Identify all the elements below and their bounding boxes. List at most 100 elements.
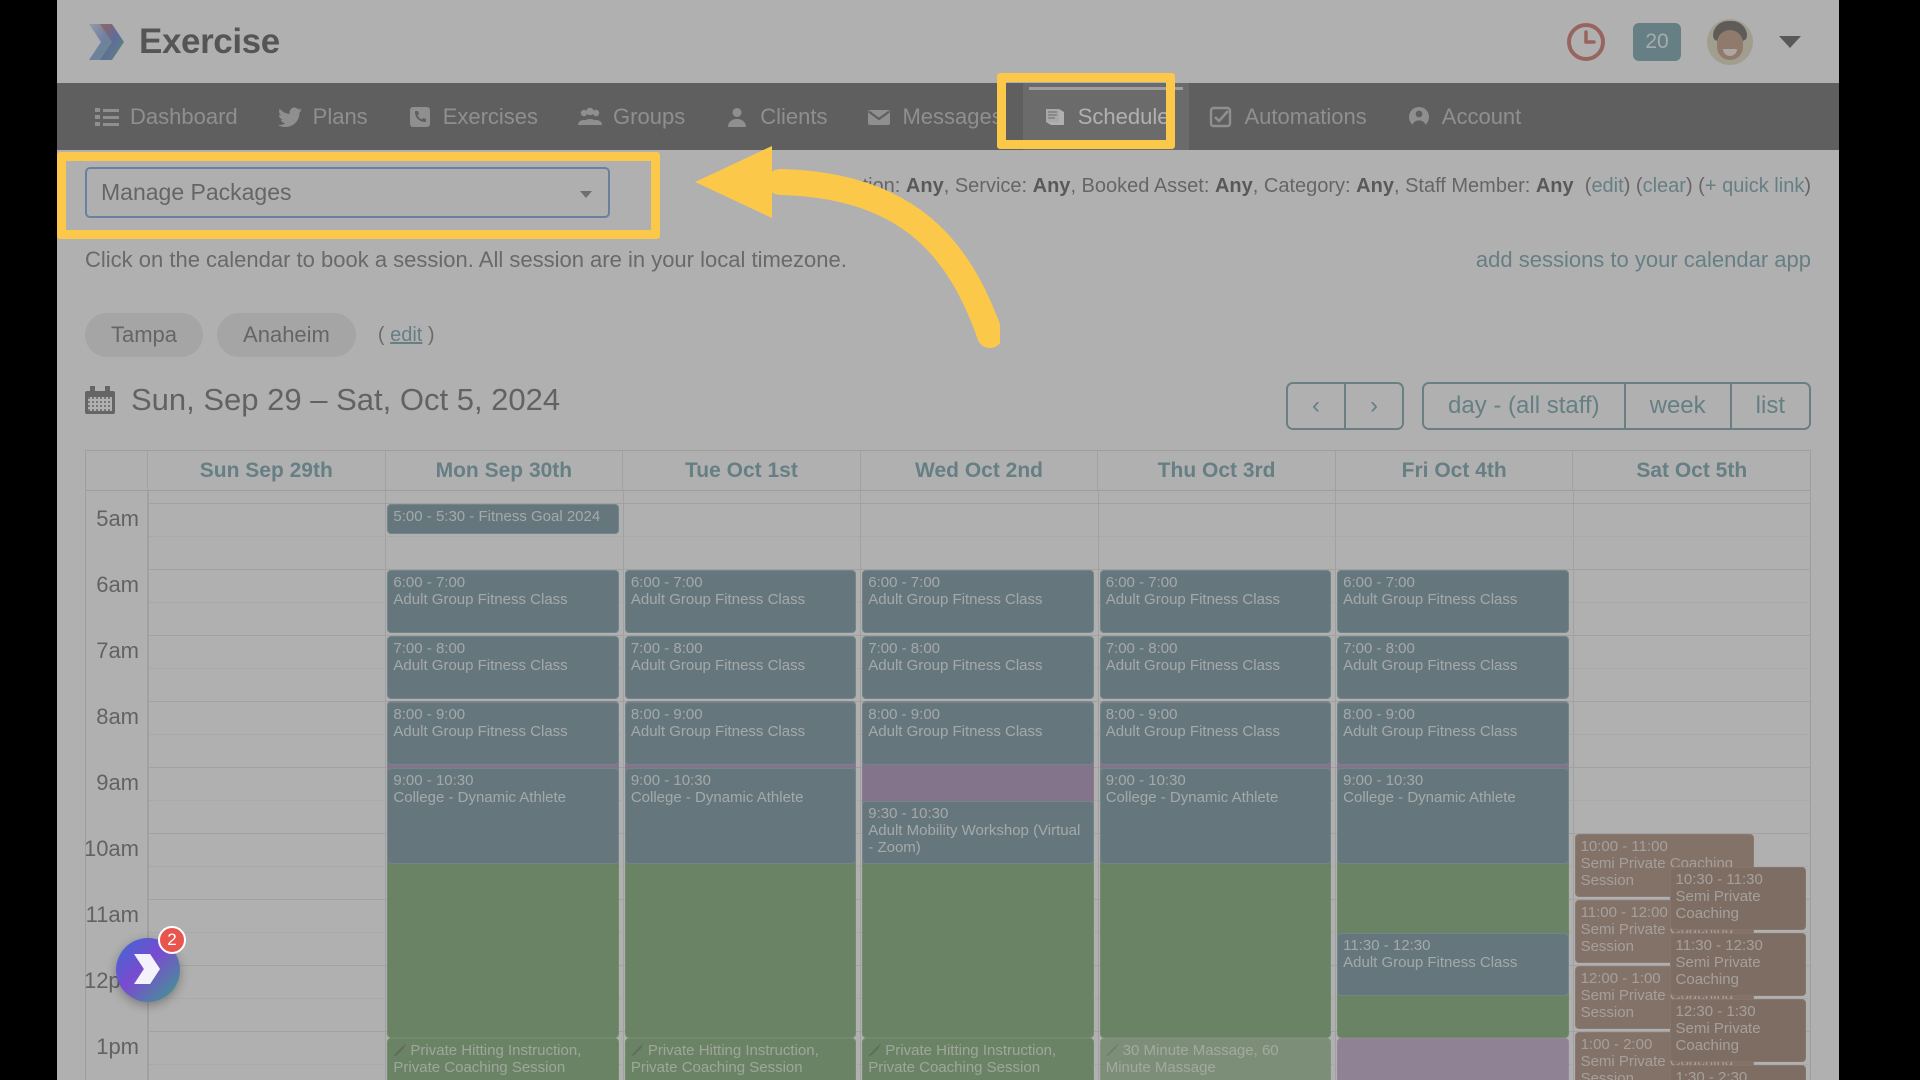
edit-pencil-icon[interactable] — [393, 1042, 407, 1056]
event-time: 9:00 - 10:30 — [393, 772, 474, 789]
calendar-event[interactable]: 7:00 - 8:00 Adult Group Fitness Class — [624, 636, 857, 699]
event-title: Adult Group Fitness Class — [868, 591, 1043, 608]
availability-block[interactable]: Private Hitting Instruction, Private Coa… — [862, 1037, 1094, 1080]
add-sessions-link[interactable]: add sessions to your calendar app — [1476, 247, 1811, 273]
calendar-event[interactable]: 5:00 - 5:30 - Fitness Goal 2024 — [387, 504, 619, 534]
view-day-button[interactable]: day - (all staff) — [1424, 384, 1626, 428]
calendar-event[interactable]: 6:00 - 7:00 Adult Group Fitness Class — [624, 570, 857, 633]
calendar-event[interactable]: 7:00 - 8:00 Adult Group Fitness Class — [862, 636, 1094, 699]
location-pill-anaheim[interactable]: Anaheim — [217, 313, 356, 357]
event-time: 10:30 - 11:30 — [1675, 871, 1763, 888]
view-week-button[interactable]: week — [1625, 384, 1732, 428]
day-header[interactable]: Sat Oct 5th — [1573, 451, 1810, 490]
calendar-event[interactable]: 11:30 - 12:30 Semi Private Coaching — [1669, 933, 1806, 996]
chat-widget[interactable]: 2 — [116, 926, 186, 1002]
calendar-event[interactable]: 10:30 - 11:30 Semi Private Coaching — [1669, 867, 1806, 930]
nav-item-dashboard[interactable]: Dashboard — [75, 83, 258, 150]
calendar-event[interactable]: 1:30 - 2:30Semi Private Coaching — [1669, 1065, 1806, 1080]
manage-packages-value: Manage Packages — [101, 179, 292, 205]
calendar-event[interactable]: 9:00 - 10:30 College - Dynamic Athlete — [624, 768, 857, 864]
calendar-event[interactable]: 7:00 - 8:00 Adult Group Fitness Class — [387, 636, 619, 699]
day-divider — [1097, 491, 1099, 1080]
nav-item-groups[interactable]: Groups — [558, 83, 705, 150]
nav-item-messages[interactable]: Messages — [847, 83, 1022, 150]
calendar-event[interactable]: 9:00 - 10:30 College - Dynamic Athlete — [1099, 768, 1332, 864]
nav-item-clients[interactable]: Clients — [705, 83, 847, 150]
calendar-event[interactable]: 7:00 - 8:00 Adult Group Fitness Class — [1099, 636, 1332, 699]
calendar-event[interactable]: 9:00 - 10:30 College - Dynamic Athlete — [387, 768, 619, 864]
calendar-event[interactable]: 8:00 - 9:00 Adult Group Fitness Class — [1337, 702, 1569, 765]
manage-packages-select[interactable]: Manage Packages — [85, 167, 610, 218]
day-header[interactable]: Mon Sep 30th — [386, 451, 624, 490]
edit-pencil-icon[interactable] — [630, 1042, 644, 1056]
calendar-event[interactable]: 9:00 - 10:30 College - Dynamic Athlete — [1337, 768, 1569, 864]
phone-icon — [408, 106, 432, 128]
day-header[interactable]: Wed Oct 2nd — [861, 451, 1099, 490]
calendar-controls: ‹ › day - (all staff) week list — [1286, 382, 1811, 430]
edit-pencil-icon[interactable] — [868, 1042, 882, 1056]
filters-clear-link[interactable]: clear — [1643, 175, 1686, 197]
calendar-event[interactable]: 6:00 - 7:00 Adult Group Fitness Class — [387, 570, 619, 633]
filter-asset-value: Any — [1214, 175, 1253, 197]
calendar-event[interactable]: 7:00 - 8:00 Adult Group Fitness Class — [1337, 636, 1569, 699]
availability-block[interactable]: Private Hitting Instruction, Private Coa… — [387, 1037, 619, 1080]
hour-label: 1pm — [96, 1034, 139, 1059]
calendar-event[interactable]: 8:00 - 9:00 Adult Group Fitness Class — [624, 702, 857, 765]
nav-item-automations[interactable]: Automations — [1189, 83, 1386, 150]
calendar-event[interactable]: 8:00 - 9:00 Adult Group Fitness Class — [387, 702, 619, 765]
date-nav-group: ‹ › — [1286, 382, 1405, 430]
calendar-event[interactable]: 9:30 - 10:30 Adult Mobility Workshop (Vir… — [862, 801, 1094, 864]
next-week-button[interactable]: › — [1346, 384, 1403, 428]
calendar-event[interactable]: 11:30 - 12:30 Adult Group Fitness Class — [1337, 933, 1569, 996]
event-time: 7:00 - 8:00 — [1105, 640, 1178, 657]
edit-pencil-icon[interactable] — [1105, 1042, 1119, 1056]
nav-item-exercises[interactable]: Exercises — [388, 83, 558, 150]
clock-icon[interactable] — [1565, 21, 1607, 63]
quick-link[interactable]: + quick link — [1705, 175, 1805, 197]
event-title: Semi Private Coaching — [1675, 1020, 1761, 1054]
event-title: Adult Group Fitness Class — [868, 723, 1043, 740]
filter-category-value: Any — [1356, 175, 1394, 197]
event-time: 12:30 - 1:30 — [1675, 1003, 1756, 1020]
view-list-button[interactable]: list — [1731, 384, 1809, 428]
calendar-event[interactable]: 6:00 - 7:00 Adult Group Fitness Class — [1099, 570, 1332, 633]
envelope-icon — [867, 106, 891, 128]
event-title: Adult Group Fitness Class — [868, 657, 1043, 674]
nav-label: Automations — [1244, 103, 1367, 129]
nav-item-schedule[interactable]: Schedule — [1022, 83, 1190, 150]
day-header[interactable]: Fri Oct 4th — [1336, 451, 1574, 490]
calendar-grid[interactable]: Sun Sep 29th Mon Sep 30th Tue Oct 1st We… — [85, 450, 1811, 1080]
calendar-event[interactable]: 6:00 - 7:00 Adult Group Fitness Class — [862, 570, 1094, 633]
day-header[interactable]: Sun Sep 29th — [148, 451, 386, 490]
availability-block[interactable]: Private Hitting Instruction, Private Coa… — [624, 1037, 857, 1080]
filter-location-value: Any — [905, 175, 944, 197]
availability-block[interactable]: 30 Minute Massage, 60 Minute Massage — [1099, 1037, 1332, 1080]
locations-edit-link[interactable]: edit — [390, 324, 422, 346]
day-header[interactable]: Thu Oct 3rd — [1098, 451, 1336, 490]
nav-item-plans[interactable]: Plans — [258, 83, 388, 150]
event-title: Adult Group Fitness Class — [1343, 657, 1518, 674]
day-divider — [1810, 491, 1811, 1080]
notification-count-badge[interactable]: 20 — [1633, 22, 1681, 61]
availability-block[interactable] — [1337, 1037, 1569, 1080]
avatar[interactable] — [1707, 18, 1753, 65]
nav-item-account[interactable]: Account — [1387, 83, 1542, 150]
chevron-down-icon[interactable] — [1779, 35, 1801, 48]
calendar-event[interactable]: 8:00 - 9:00 Adult Group Fitness Class — [862, 702, 1094, 765]
filters-edit-link[interactable]: edit — [1591, 175, 1623, 197]
checkbox-icon — [1209, 106, 1233, 128]
user-circle-icon — [1407, 106, 1431, 128]
event-time: 7:00 - 8:00 — [1343, 640, 1415, 657]
book-icon — [1043, 106, 1067, 128]
location-pill-tampa[interactable]: Tampa — [85, 313, 204, 357]
calendar-event[interactable]: 6:00 - 7:00 Adult Group Fitness Class — [1337, 570, 1569, 633]
day-header[interactable]: Tue Oct 1st — [623, 451, 861, 490]
page-content: Manage Packages Filters: Location: Any, … — [57, 150, 1839, 1080]
prev-week-button[interactable]: ‹ — [1288, 384, 1347, 428]
calendar-event[interactable]: 8:00 - 9:00 Adult Group Fitness Class — [1099, 702, 1332, 765]
calendar-event[interactable]: 12:30 - 1:30 Semi Private Coaching — [1669, 999, 1806, 1062]
filter-service-value: Any — [1032, 175, 1071, 197]
calendar-body[interactable]: 5am6am7am8am9am10am11am12pm1pm2pm Skills… — [86, 491, 1810, 1080]
nav-label: Plans — [312, 103, 368, 129]
brand[interactable]: Exercise — [87, 22, 280, 62]
